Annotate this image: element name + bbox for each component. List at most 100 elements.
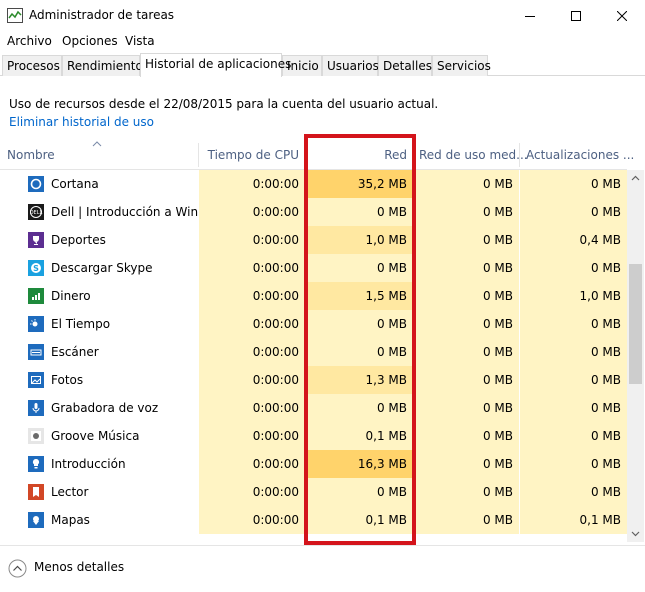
scrollbar-thumb[interactable] — [629, 264, 642, 384]
task-manager-icon — [7, 8, 23, 23]
tile-updates-cell: 0 MB — [520, 422, 627, 450]
tile-updates-cell: 0 MB — [520, 338, 627, 366]
chevron-up-circle-icon — [8, 559, 27, 578]
minimize-icon — [525, 15, 535, 17]
vertical-scrollbar[interactable] — [627, 170, 644, 542]
column-header-name[interactable]: Nombre — [0, 140, 198, 170]
cpu-time-cell: 0:00:00 — [199, 450, 305, 478]
scroll-up-icon[interactable] — [627, 170, 644, 187]
table-row[interactable]: Dinero 0:00:00 1,5 MB 0 MB 1,0 MB — [0, 282, 627, 310]
app-name: Cortana — [51, 177, 99, 191]
reader-icon — [28, 484, 44, 500]
metered-network-cell: 0 MB — [415, 338, 519, 366]
tile-updates-cell: 0 MB — [520, 450, 627, 478]
skype-icon: S — [28, 260, 44, 276]
network-cell: 0 MB — [307, 254, 413, 282]
table-row[interactable]: Introducción 0:00:00 16,3 MB 0 MB 0 MB — [0, 450, 627, 478]
tab-historial-aplicaciones[interactable]: Historial de aplicaciones — [140, 53, 291, 77]
cortana-icon — [28, 176, 44, 192]
cpu-time-cell: 0:00:00 — [199, 226, 305, 254]
tile-updates-cell: 0 MB — [520, 394, 627, 422]
tile-updates-cell: 0,1 MB — [520, 506, 627, 534]
metered-network-cell: 0 MB — [415, 198, 519, 226]
column-header-tile-updates[interactable]: Actualizaciones ... — [520, 140, 634, 170]
table-row[interactable]: Lector 0:00:00 0 MB 0 MB 0 MB — [0, 478, 627, 506]
groove-icon — [28, 428, 44, 444]
network-cell: 0 MB — [307, 310, 413, 338]
app-name: Escáner — [51, 345, 99, 359]
footer-divider — [0, 545, 645, 546]
table-row[interactable]: Escáner 0:00:00 0 MB 0 MB 0 MB — [0, 338, 627, 366]
tab-detalles[interactable]: Detalles — [378, 55, 432, 76]
metered-network-cell: 0 MB — [415, 478, 519, 506]
app-name: Mapas — [51, 513, 90, 527]
menu-opciones[interactable]: Opciones — [62, 34, 118, 48]
app-name: Grabadora de voz — [51, 401, 159, 415]
table-row[interactable]: Cortana 0:00:00 35,2 MB 0 MB 0 MB — [0, 170, 627, 198]
scanner-icon — [28, 344, 44, 360]
column-header-cpu[interactable]: Tiempo de CPU — [199, 140, 305, 170]
tab-servicios[interactable]: Servicios — [432, 55, 491, 76]
app-name: Descargar Skype — [51, 261, 153, 275]
menu-archivo[interactable]: Archivo — [7, 34, 52, 48]
usage-info-text: Uso de recursos desde el 22/08/2015 para… — [9, 97, 439, 111]
title-bar[interactable]: Administrador de tareas — [0, 0, 645, 31]
table-row[interactable]: DELL Dell | Introducción a Win... 0:00:00 0… — [0, 198, 627, 226]
tab-rendimiento[interactable]: Rendimiento — [62, 55, 143, 76]
network-cell: 0,1 MB — [307, 506, 413, 534]
weather-icon — [28, 316, 44, 332]
metered-network-cell: 0 MB — [415, 506, 519, 534]
maps-icon — [28, 512, 44, 528]
app-name: Lector — [51, 485, 89, 499]
tab-bar: Procesos Rendimiento Historial de aplica… — [0, 53, 645, 77]
cpu-time-cell: 0:00:00 — [199, 310, 305, 338]
tile-updates-cell: 0,4 MB — [520, 226, 627, 254]
tile-updates-cell: 0 MB — [520, 366, 627, 394]
tile-updates-cell: 1,0 MB — [520, 282, 627, 310]
table-row[interactable]: S Descargar Skype 0:00:00 0 MB 0 MB 0 MB — [0, 254, 627, 282]
table-row[interactable]: Mapas 0:00:00 0,1 MB 0 MB 0,1 MB — [0, 506, 627, 534]
network-cell: 16,3 MB — [307, 450, 413, 478]
cpu-time-cell: 0:00:00 — [199, 254, 305, 282]
app-name: Dell | Introducción a Win... — [51, 205, 210, 219]
cpu-time-cell: 0:00:00 — [199, 170, 305, 198]
scroll-down-icon[interactable] — [627, 525, 644, 542]
tile-updates-cell: 0 MB — [520, 170, 627, 198]
tab-usuarios[interactable]: Usuarios — [322, 55, 379, 76]
metered-network-cell: 0 MB — [415, 422, 519, 450]
metered-network-cell: 0 MB — [415, 450, 519, 478]
network-cell: 0,1 MB — [307, 422, 413, 450]
clear-history-link[interactable]: Eliminar historial de uso — [9, 115, 154, 129]
window-title: Administrador de tareas — [29, 8, 175, 22]
menu-vista[interactable]: Vista — [125, 34, 155, 48]
cpu-time-cell: 0:00:00 — [199, 338, 305, 366]
metered-network-cell: 0 MB — [415, 170, 519, 198]
cpu-time-cell: 0:00:00 — [199, 282, 305, 310]
cpu-time-cell: 0:00:00 — [199, 478, 305, 506]
column-header-metered-network[interactable]: Red de uso med... — [415, 140, 528, 170]
network-cell: 1,0 MB — [307, 226, 413, 254]
minimize-button[interactable] — [507, 0, 553, 31]
metered-network-cell: 0 MB — [415, 254, 519, 282]
photos-icon — [28, 372, 44, 388]
metered-network-cell: 0 MB — [415, 394, 519, 422]
maximize-icon — [571, 10, 581, 21]
metered-network-cell: 0 MB — [415, 282, 519, 310]
chart-icon — [28, 288, 44, 304]
table-row[interactable]: Deportes 0:00:00 1,0 MB 0 MB 0,4 MB — [0, 226, 627, 254]
table-row[interactable]: Groove Música 0:00:00 0,1 MB 0 MB 0 MB — [0, 422, 627, 450]
maximize-button[interactable] — [553, 0, 599, 31]
close-icon — [617, 10, 627, 21]
table-row[interactable]: Fotos 0:00:00 1,3 MB 0 MB 0 MB — [0, 366, 627, 394]
app-name: Fotos — [51, 373, 84, 387]
tile-updates-cell: 0 MB — [520, 198, 627, 226]
tab-procesos[interactable]: Procesos — [2, 55, 62, 76]
table-row[interactable]: El Tiempo 0:00:00 0 MB 0 MB 0 MB — [0, 310, 627, 338]
table-row[interactable]: Grabadora de voz 0:00:00 0 MB 0 MB 0 MB — [0, 394, 627, 422]
column-header-network[interactable]: Red — [307, 140, 413, 170]
less-details-button[interactable]: Menos detalles — [8, 559, 128, 579]
app-name: Introducción — [51, 457, 126, 471]
network-cell: 35,2 MB — [307, 170, 413, 198]
metered-network-cell: 0 MB — [415, 226, 519, 254]
close-button[interactable] — [599, 0, 645, 31]
